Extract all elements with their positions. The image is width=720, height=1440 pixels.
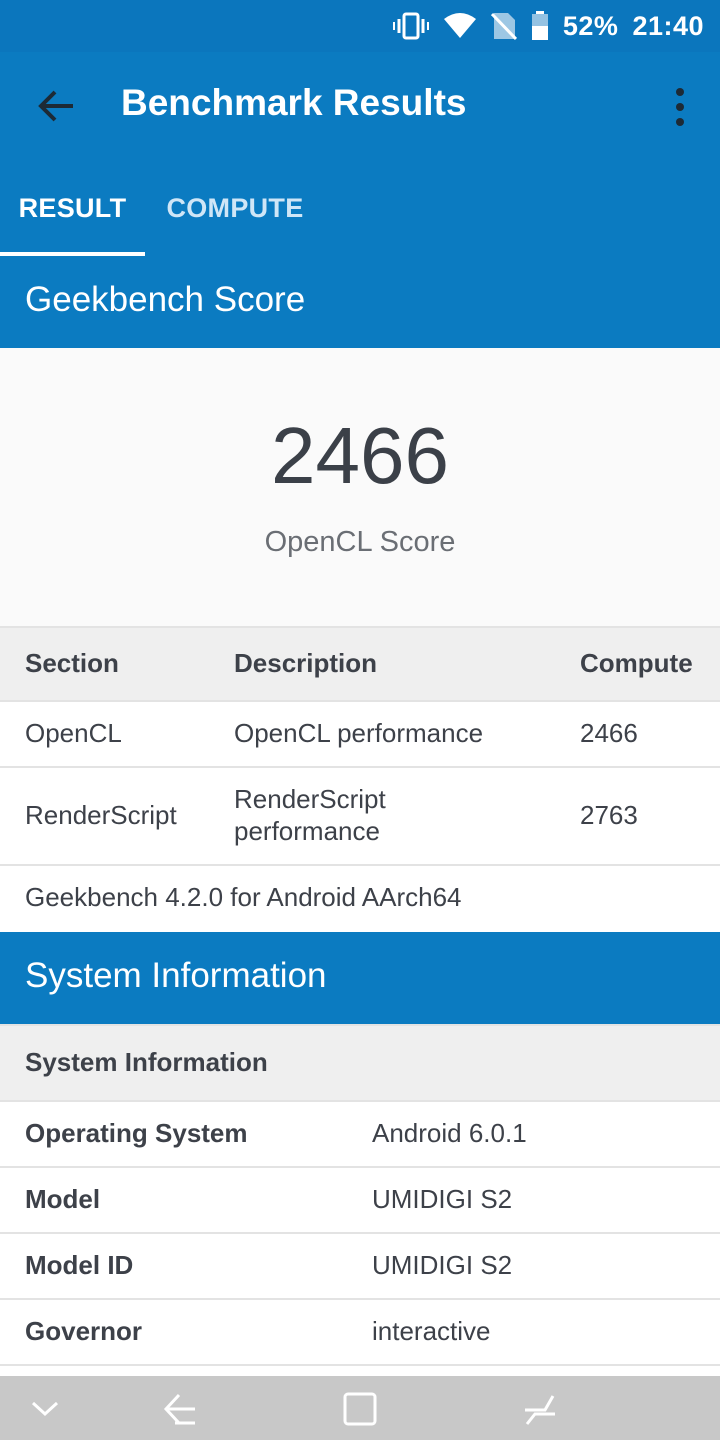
tab-compute[interactable]: COMPUTE (145, 160, 325, 256)
info-label: Model (25, 1184, 101, 1214)
table-row: Model UMIDIGI S2 (0, 1168, 720, 1234)
row-compute: 2466 (580, 718, 638, 748)
back-icon[interactable] (150, 1384, 210, 1434)
header-description: Description (234, 648, 378, 678)
results-table-header: Section Description Compute (0, 626, 720, 702)
row-description-line2: performance (234, 816, 380, 846)
battery-percent: 52% (562, 10, 619, 41)
table-row: Governor interactive (0, 1300, 720, 1366)
table-row: OpenCL OpenCL performance 2466 (0, 702, 720, 768)
clock: 21:40 (632, 10, 704, 41)
info-value: UMIDIGI S2 (372, 1184, 513, 1214)
section-title: System Information (25, 956, 327, 995)
header-compute: Compute (580, 648, 693, 678)
arrow-left-icon[interactable] (26, 78, 86, 134)
section-title: Geekbench Score (25, 280, 306, 319)
page-title: Benchmark Results (121, 82, 467, 123)
info-label: Governor (25, 1316, 143, 1346)
row-section: OpenCL (25, 718, 122, 748)
system-info-table-header: System Information (0, 1024, 720, 1102)
chevron-down-icon[interactable] (15, 1384, 75, 1434)
system-info-table-title: System Information (25, 1047, 268, 1077)
info-value: interactive (372, 1316, 491, 1346)
info-label: Model ID (25, 1250, 134, 1280)
info-label: Operating System (25, 1118, 248, 1148)
app-bar: Benchmark Results (0, 52, 720, 160)
row-section: RenderScript (25, 800, 177, 830)
row-compute: 2763 (580, 800, 638, 830)
battery-icon (531, 11, 549, 41)
table-row: RenderScript RenderScript performance 27… (0, 768, 720, 866)
header-section: Section (25, 648, 119, 678)
recents-icon[interactable] (510, 1384, 570, 1434)
tab-bar: RESULT COMPUTE (0, 160, 720, 256)
vibrate-icon (392, 11, 429, 41)
score-panel: 2466 OpenCL Score (0, 348, 720, 626)
row-description-line1: RenderScript (234, 784, 386, 814)
info-value: Android 6.0.1 (372, 1118, 527, 1148)
wifi-icon (443, 13, 477, 39)
table-row: Operating System Android 6.0.1 (0, 1102, 720, 1168)
results-table-footer: Geekbench 4.2.0 for Android AArch64 (0, 866, 720, 932)
more-vert-icon[interactable] (660, 82, 700, 132)
navigation-bar (0, 1376, 720, 1440)
table-row: Model ID UMIDIGI S2 (0, 1234, 720, 1300)
score-value: 2466 (271, 411, 449, 500)
status-bar: 52% 21:40 (0, 0, 720, 52)
geekbench-score-header: Geekbench Score (0, 256, 720, 348)
row-description: OpenCL performance (234, 718, 484, 748)
overview-icon[interactable] (330, 1384, 390, 1434)
info-value: UMIDIGI S2 (372, 1250, 513, 1280)
score-label: OpenCL Score (264, 526, 456, 558)
version-text: Geekbench 4.2.0 for Android AArch64 (25, 882, 462, 912)
tab-result[interactable]: RESULT (0, 160, 145, 256)
system-information-header: System Information (0, 932, 720, 1024)
no-sim-icon (490, 11, 517, 41)
